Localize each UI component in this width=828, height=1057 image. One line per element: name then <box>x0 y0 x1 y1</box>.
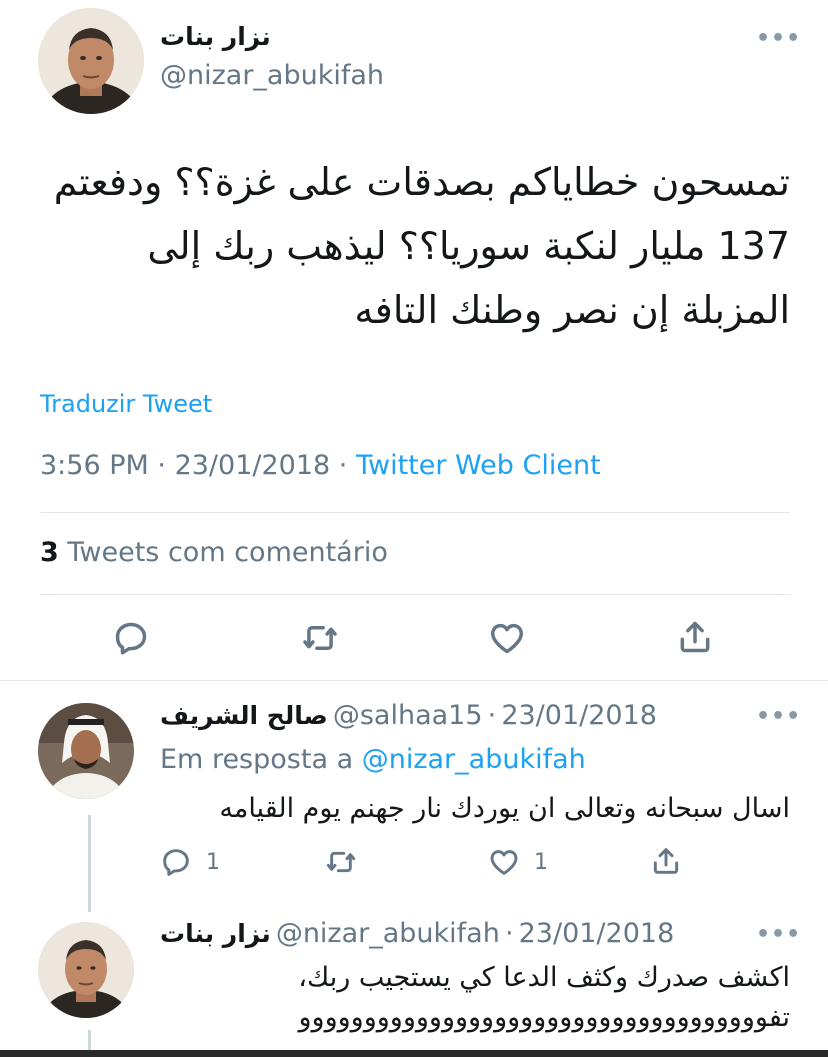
meta-separator: · <box>504 918 514 949</box>
tweet-line-1: تمسحون خطاياكم بصدقات على غزة؟؟ ودفعتم <box>53 160 790 204</box>
main-author-name[interactable]: نزار بنات <box>160 22 320 51</box>
reply-icon <box>163 849 189 876</box>
reply-author-name[interactable]: صالح الشريف <box>160 701 328 730</box>
retweet-button[interactable] <box>300 619 340 657</box>
reply-count: 1 <box>206 849 220 875</box>
tweet-date[interactable]: 23/01/2018 <box>175 450 331 481</box>
meta-separator: · <box>157 450 166 481</box>
reply-text: اكشف صدرك وكثف الدعا كي يستجيب ربك، تفوو… <box>160 958 790 1038</box>
translate-link[interactable]: Traduzir Tweet <box>40 390 212 418</box>
tweet-source[interactable]: Twitter Web Client <box>356 450 601 481</box>
divider <box>0 680 828 681</box>
share-button[interactable] <box>676 617 714 657</box>
meta-separator: · <box>338 450 348 481</box>
reply-to-handle[interactable]: @nizar_abukifah <box>362 744 586 775</box>
main-author-handle[interactable]: @nizar_abukifah <box>160 60 384 91</box>
tweet-line-2: 137 مليار لنكبة سوريا؟؟ ليذهب ربك إلى <box>147 224 790 268</box>
reply-author-handle[interactable]: @nizar_abukifah <box>276 918 500 949</box>
main-tweet-text: تمسحون خطاياكم بصدقات على غزة؟؟ ودفعتم 1… <box>30 150 790 342</box>
reply-author-avatar[interactable] <box>38 922 134 1018</box>
in-reply-to: Em resposta a @nizar_abukifah <box>160 744 586 775</box>
reply-line-1: اكشف صدرك وكثف الدعا كي يستجيب ربك، <box>298 962 790 993</box>
reply-icon <box>115 622 147 655</box>
reply-author-handle[interactable]: @salhaa15 <box>333 700 483 731</box>
more-icon[interactable]: ••• <box>756 704 801 729</box>
reply-button[interactable]: 1 <box>160 846 220 878</box>
reply-date[interactable]: 23/01/2018 <box>501 700 657 731</box>
quote-label: Tweets com comentário <box>67 537 388 568</box>
tweet-time: 3:56 PM <box>40 450 149 481</box>
quote-count: 3 <box>40 537 59 568</box>
retweet-icon <box>326 851 356 873</box>
reply-header: نزار بنات @nizar_abukifah · 23/01/2018 <box>160 918 674 949</box>
share-button[interactable] <box>650 844 682 878</box>
retweet-icon <box>303 625 337 651</box>
divider <box>40 512 790 513</box>
reply-text: اسال سبحانه وتعالى ان يوردك نار جهنم يوم… <box>219 793 790 824</box>
reply-header: صالح الشريف @salhaa15 · 23/01/2018 <box>160 700 657 731</box>
like-button[interactable]: 1 <box>488 846 548 878</box>
share-icon <box>680 621 710 653</box>
meta-separator: · <box>487 700 497 731</box>
reply-prefix: Em resposta a <box>160 744 354 775</box>
reply-author-avatar[interactable] <box>38 703 134 799</box>
like-icon <box>490 850 518 875</box>
retweet-button[interactable] <box>324 846 358 878</box>
quote-tweets-stat[interactable]: 3 Tweets com comentário <box>40 537 388 568</box>
more-icon[interactable]: ••• <box>756 922 801 947</box>
like-button[interactable] <box>488 619 526 657</box>
share-icon <box>653 848 679 874</box>
bottom-bar <box>0 1050 828 1057</box>
reply-date[interactable]: 23/01/2018 <box>519 918 675 949</box>
reply-button[interactable] <box>112 619 150 657</box>
tweet-line-3: المزبلة إن نصر وطنك التافه <box>354 288 790 332</box>
more-icon[interactable]: ••• <box>756 26 801 51</box>
like-icon <box>491 623 523 654</box>
reply-line-2: تفوووووووووووووووووووووووووووووووووووو <box>298 1002 790 1033</box>
thread-line <box>88 815 91 912</box>
divider <box>40 594 790 595</box>
like-count: 1 <box>534 849 548 875</box>
main-author-avatar[interactable] <box>38 8 144 114</box>
reply-author-name[interactable]: نزار بنات <box>160 919 271 948</box>
tweet-meta: 3:56 PM · 23/01/2018 · Twitter Web Clien… <box>40 450 601 481</box>
